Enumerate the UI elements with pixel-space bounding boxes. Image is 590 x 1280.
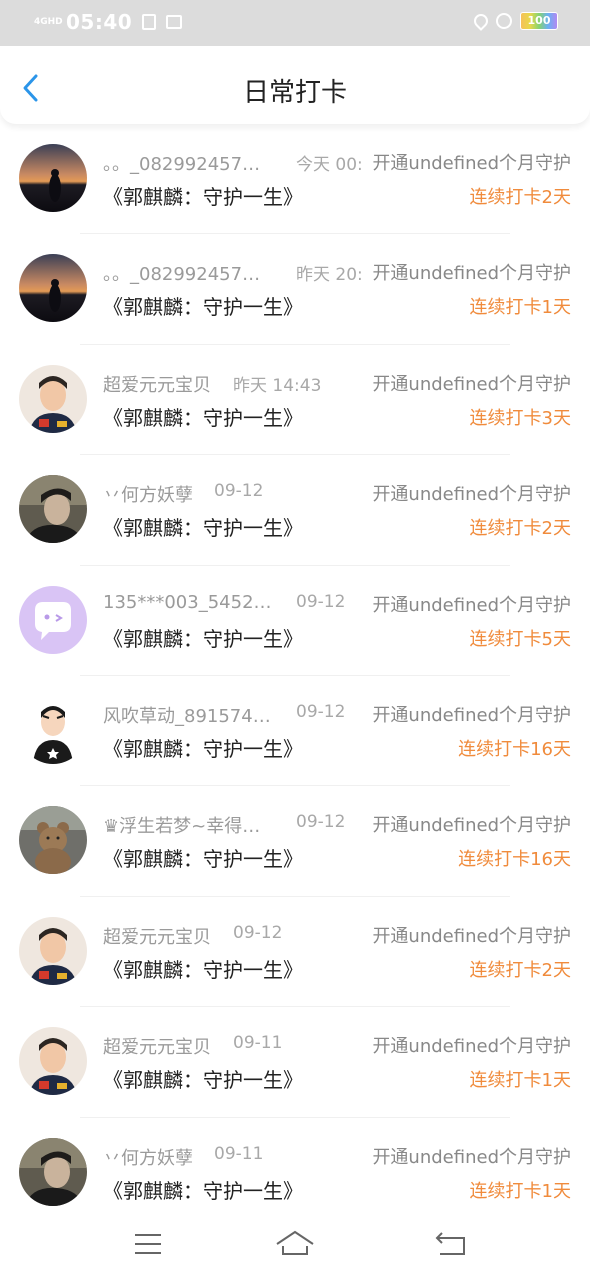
- status-time: 05:40: [66, 10, 133, 34]
- menu-button[interactable]: [128, 1226, 168, 1262]
- back-icon: [435, 1232, 465, 1255]
- status-bar: 4GHD 05:40 100: [0, 0, 590, 46]
- song-title: 《郭麒麟：守护一生》: [103, 405, 303, 430]
- song-title: 《郭麒麟：守护一生》: [103, 957, 303, 982]
- list-item[interactable]: 。。_082992457… 今天 00: 开通undefined个月守护《郭麒麟：守…: [0, 124, 590, 235]
- user-name: 超爱元元宝贝: [103, 926, 211, 948]
- user-name: 超爱元元宝贝: [103, 374, 211, 396]
- song-title: 《郭麒麟：守护一生》: [103, 626, 303, 651]
- streak-count: 连续打卡16天: [458, 849, 571, 871]
- avatar[interactable]: [19, 806, 87, 875]
- streak-count: 连续打卡5天: [469, 628, 571, 650]
- menu-icon: [135, 1234, 161, 1254]
- list-item[interactable]: 丷何方妖孽 09-12 开通undefined个月守护《郭麒麟：守护一生》 连续打卡2…: [0, 455, 590, 566]
- signal-icon: 4GHD: [34, 16, 63, 27]
- song-title: 《郭麒麟：守护一生》: [103, 185, 303, 209]
- checkin-time: 09-12: [296, 701, 346, 722]
- guard-status: 开通undefined个月守护: [370, 369, 571, 396]
- avatar[interactable]: [19, 585, 87, 654]
- image-icon: [166, 15, 183, 29]
- page-header: 日常打卡: [0, 46, 590, 124]
- guard-status: 开通undefined个月守护: [370, 921, 571, 948]
- song-title: 《郭麒麟：守护一生》: [103, 847, 303, 872]
- checkin-time: 昨天 20:: [296, 265, 363, 286]
- guard-status: 开通undefined个月守护: [370, 149, 571, 175]
- song-title: 《郭麒麟：守护一生》: [103, 1068, 303, 1093]
- battery-icon: 100: [520, 12, 558, 30]
- avatar[interactable]: [19, 695, 87, 764]
- system-nav-bar: [0, 1210, 590, 1280]
- guard-status: 开通undefined个月守护: [370, 1032, 571, 1059]
- checkin-time: 09-12: [296, 812, 346, 833]
- checkin-time: 09-12: [233, 922, 283, 943]
- user-name: 丷何方妖孽: [103, 1147, 193, 1169]
- avatar[interactable]: [19, 475, 87, 544]
- streak-count: 连续打卡16天: [458, 738, 571, 760]
- location-icon: [471, 11, 491, 31]
- streak-count: 连续打卡1天: [469, 297, 571, 319]
- song-title: 《郭麒麟：守护一生》: [103, 516, 303, 541]
- list-item[interactable]: 超爱元元宝贝 昨天 14:43 开通undefined个月守护《郭麒麟：守护一生》 连…: [0, 345, 590, 456]
- song-title: 《郭麒麟：守护一生》: [103, 1178, 303, 1203]
- list-item[interactable]: 。。_082992457… 昨天 20: 开通undefined个月守护《郭麒麟：守…: [0, 234, 590, 345]
- user-name: 135***003_5452…: [103, 591, 272, 613]
- avatar[interactable]: [19, 144, 87, 212]
- guard-status: 开通undefined个月守护: [370, 700, 571, 727]
- user-name: 丷何方妖孽: [103, 485, 193, 507]
- streak-count: 连续打卡2天: [469, 187, 571, 208]
- clipboard-icon: [142, 14, 157, 30]
- avatar[interactable]: [19, 364, 87, 433]
- song-title: 《郭麒麟：守护一生》: [103, 295, 303, 320]
- list-item[interactable]: 风吹草动_891574… 09-12 开通undefined个月守护《郭麒麟：守护一…: [0, 676, 590, 787]
- battery-level: 100: [527, 14, 551, 27]
- streak-count: 连续打卡2天: [469, 959, 571, 981]
- checkin-time: 09-12: [214, 481, 264, 502]
- avatar[interactable]: [19, 1027, 87, 1096]
- page-title: 日常打卡: [242, 78, 347, 108]
- checkin-time: 09-11: [233, 1033, 283, 1054]
- list-item[interactable]: 135***003_5452… 09-12 开通undefined个月守护《郭麒麟：…: [0, 566, 590, 676]
- guard-status: 开通undefined个月守护: [370, 811, 571, 838]
- nav-back-button[interactable]: [430, 1226, 470, 1262]
- streak-count: 连续打卡3天: [469, 407, 571, 429]
- song-title: 《郭麒麟：守护一生》: [103, 736, 303, 761]
- streak-count: 连续打卡2天: [469, 518, 571, 540]
- user-name: ♛浮生若梦~幸得…: [103, 816, 261, 838]
- alarm-icon: [496, 13, 512, 29]
- checkin-list: 。。_082992457… 今天 00: 开通undefined个月守护 《郭麒麟：守…: [0, 124, 590, 1228]
- streak-count: 连续打卡1天: [469, 1070, 571, 1092]
- streak-count: 连续打卡1天: [469, 1180, 571, 1202]
- list-item[interactable]: ♛浮生若梦~幸得… 09-12 开通undefined个月守护《郭麒麟：守护一生》 连…: [0, 786, 590, 897]
- guard-status: 开通undefined个月守护: [370, 259, 571, 286]
- user-name: 风吹草动_891574…: [103, 705, 271, 727]
- user-name: 。。_082992457…: [103, 264, 261, 286]
- user-name: 超爱元元宝贝: [103, 1037, 211, 1059]
- avatar[interactable]: [19, 916, 87, 985]
- home-icon: [276, 1230, 314, 1255]
- checkin-time: 09-12: [296, 591, 346, 612]
- guard-status: 开通undefined个月守护: [370, 480, 571, 507]
- checkin-time: 今天 00:: [296, 155, 363, 175]
- home-button[interactable]: [275, 1226, 315, 1262]
- list-item[interactable]: 超爱元元宝贝 09-12 开通undefined个月守护《郭麒麟：守护一生》 连续打卡…: [0, 897, 590, 1008]
- avatar[interactable]: [19, 1137, 87, 1206]
- list-item[interactable]: 超爱元元宝贝 09-11 开通undefined个月守护《郭麒麟：守护一生》 连续打卡…: [0, 1007, 590, 1118]
- user-name: 。。_082992457…: [103, 154, 261, 175]
- avatar[interactable]: [19, 254, 87, 323]
- checkin-time: 昨天 14:43: [233, 375, 322, 396]
- guard-status: 开通undefined个月守护: [370, 1142, 571, 1169]
- guard-status: 开通undefined个月守护: [370, 590, 571, 617]
- checkin-time: 09-11: [214, 1143, 264, 1164]
